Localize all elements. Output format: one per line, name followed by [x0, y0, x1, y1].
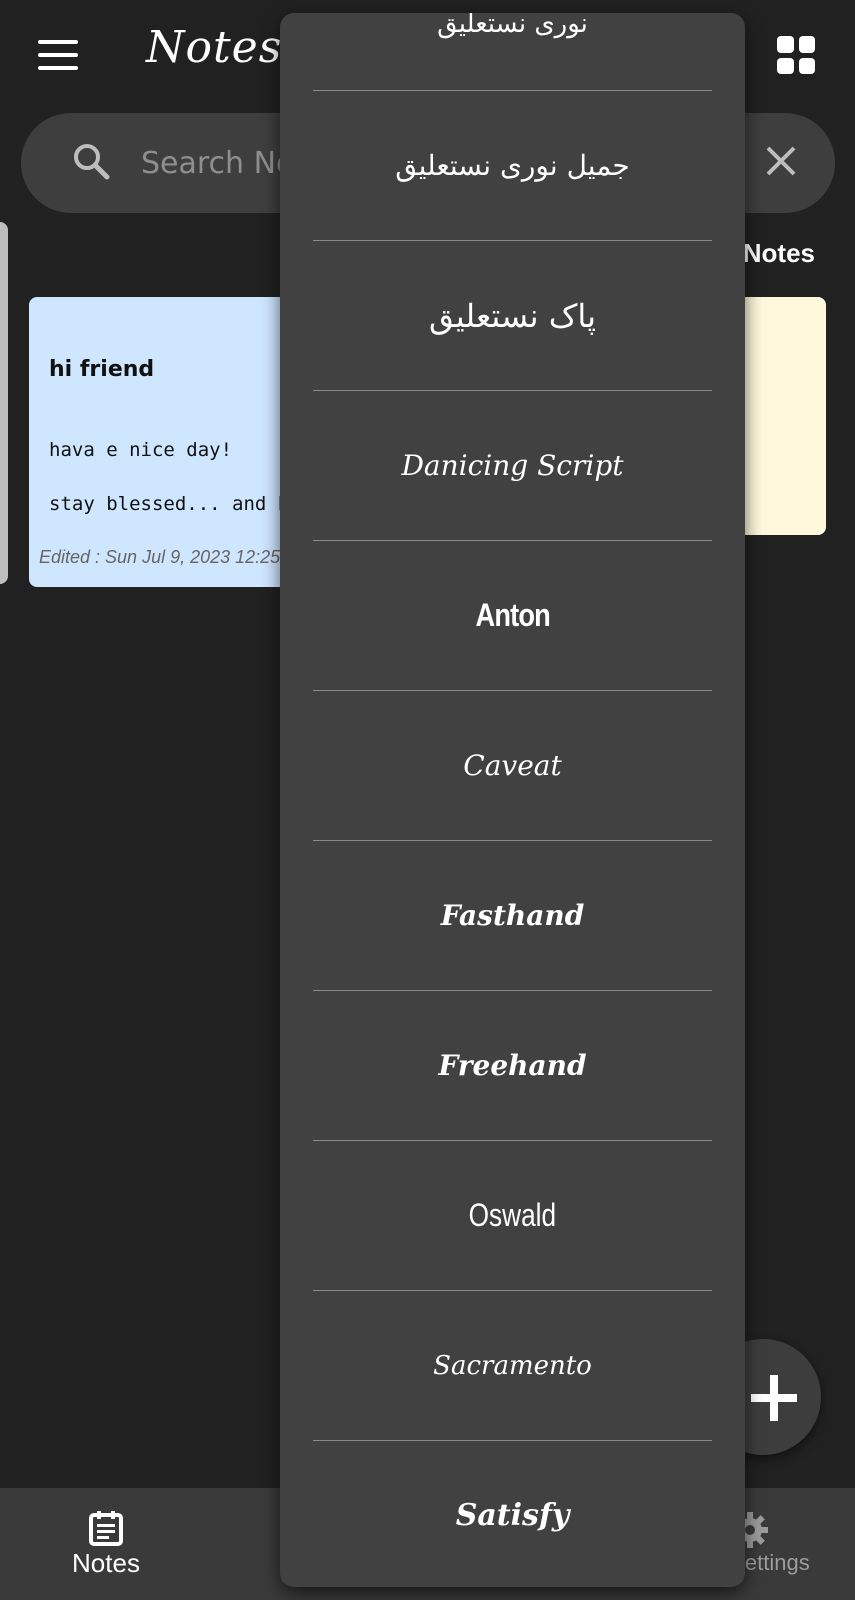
- note-title: hi friend: [49, 357, 155, 382]
- font-dropdown-menu: نوری نستعلیق جمیل نوری نستعلیق پاک نستعل…: [280, 13, 745, 1587]
- note-body-line: hava e nice day!: [49, 439, 233, 461]
- plus-icon: [751, 1375, 797, 1421]
- hamburger-menu-icon[interactable]: [38, 40, 78, 70]
- nav-label-notes: Notes: [72, 1548, 140, 1578]
- grid-view-icon[interactable]: [777, 36, 815, 74]
- notes-icon: [89, 1511, 123, 1546]
- font-option-anton[interactable]: Anton: [313, 541, 712, 690]
- close-icon[interactable]: [763, 143, 799, 179]
- font-option-noori-nastaliq[interactable]: نوری نستعلیق: [313, 13, 712, 98]
- note-card[interactable]: hi friend hava e nice day! stay blessed.…: [29, 297, 291, 587]
- search-icon: [74, 144, 110, 180]
- font-option-fasthand[interactable]: Fasthand: [313, 841, 712, 990]
- font-option-satisfy[interactable]: Satisfy: [313, 1441, 712, 1587]
- note-card[interactable]: [735, 297, 826, 535]
- font-option-dancing-script[interactable]: Danicing Script: [313, 391, 712, 540]
- font-option-freehand[interactable]: Freehand: [313, 991, 712, 1140]
- font-option-oswald[interactable]: Oswald: [313, 1141, 712, 1290]
- font-option-sacramento[interactable]: Sacramento: [313, 1291, 712, 1440]
- font-option-pak-nastaliq[interactable]: پاک نستعلیق: [313, 241, 712, 390]
- note-edited-timestamp: Edited : Sun Jul 9, 2023 12:25: [39, 547, 281, 567]
- drawer-handle[interactable]: [0, 222, 8, 584]
- font-option-jameel-noori-nastaliq[interactable]: جمیل نوری نستعلیق: [313, 91, 712, 240]
- section-title: Notes: [742, 238, 815, 268]
- font-option-caveat[interactable]: Caveat: [313, 691, 712, 840]
- font-option-label: Anton: [475, 597, 550, 633]
- font-option-label: Oswald: [468, 1197, 557, 1233]
- nav-item-notes[interactable]: Notes: [40, 1488, 172, 1600]
- note-body-line: stay blessed... and happ: [49, 493, 291, 515]
